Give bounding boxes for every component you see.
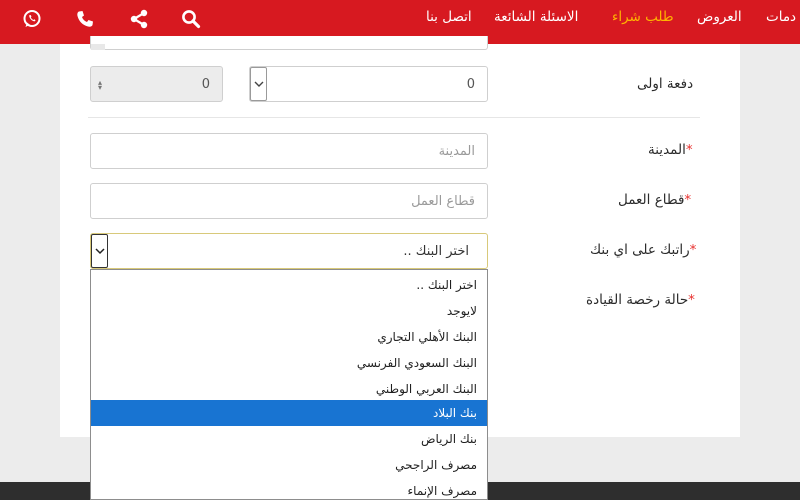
nav-contact-link[interactable]: اتصل بنا xyxy=(426,9,472,25)
required-asterisk: * xyxy=(688,292,695,308)
salary-bank-label: *راتبك على اي بنك xyxy=(590,242,696,258)
down-payment-select-value: 0 xyxy=(466,76,475,92)
work-sector-label-text: قطاع العمل xyxy=(618,192,685,208)
nav-faq-link[interactable]: الاسئلة الشائعة xyxy=(494,9,578,25)
city-label: *المدينة xyxy=(648,142,693,158)
required-asterisk: * xyxy=(689,242,697,258)
share-icon[interactable] xyxy=(124,4,154,34)
bank-option[interactable]: البنك العربي الوطني xyxy=(91,376,487,402)
previous-field[interactable] xyxy=(90,36,488,50)
chevron-down-icon[interactable] xyxy=(250,67,267,101)
nav-offers-link[interactable]: العروض xyxy=(697,9,742,25)
license-status-label-text: حالة رخصة القيادة xyxy=(586,292,689,308)
number-spinner-icon[interactable]: ▴ ▾ xyxy=(98,79,102,92)
down-payment-select[interactable]: 0 xyxy=(249,66,488,102)
required-asterisk: * xyxy=(684,192,692,208)
nav-purchase-request-link[interactable]: طلب شراء xyxy=(612,9,674,25)
search-icon[interactable] xyxy=(176,4,206,34)
license-status-label: *حالة رخصة القيادة xyxy=(586,292,695,308)
down-payment-label: دفعة اولى xyxy=(637,76,694,92)
chevron-down-icon[interactable] xyxy=(91,234,108,268)
phone-icon[interactable] xyxy=(70,4,100,34)
bank-option[interactable]: بنك الرياض xyxy=(91,426,487,452)
previous-field-caret xyxy=(91,44,105,50)
required-asterisk: * xyxy=(685,142,693,158)
city-input[interactable]: المدينة xyxy=(90,133,488,169)
down-payment-number-input[interactable]: 0 ▴ ▾ xyxy=(90,66,223,102)
bank-option[interactable]: البنك الأهلي التجاري xyxy=(91,324,487,350)
city-label-text: المدينة xyxy=(648,142,686,158)
nav-services-link[interactable]: دمات xyxy=(766,9,796,25)
bank-option-highlighted[interactable]: بنك البلاد xyxy=(91,400,487,426)
bank-option[interactable]: مصرف الإنماء xyxy=(91,478,487,499)
work-sector-label: *قطاع العمل xyxy=(618,192,691,208)
work-sector-placeholder: قطاع العمل xyxy=(411,193,475,209)
salary-bank-select[interactable]: اختر البنك .. xyxy=(90,233,488,269)
bank-option[interactable]: مصرف الراجحي xyxy=(91,452,487,478)
bank-option[interactable]: البنك السعودي الفرنسي xyxy=(91,350,487,376)
salary-bank-label-text: راتبك على اي بنك xyxy=(590,242,690,258)
bank-dropdown-list[interactable]: اختر البنك .. لايوجد البنك الأهلي التجار… xyxy=(90,269,488,500)
salary-bank-selected-value: اختر البنك .. xyxy=(403,243,469,259)
section-divider xyxy=(88,117,700,118)
city-placeholder: المدينة xyxy=(438,143,475,159)
bank-option[interactable]: لايوجد xyxy=(91,298,487,324)
down-payment-number-value: 0 xyxy=(201,76,210,92)
whatsapp-icon[interactable] xyxy=(17,4,47,34)
bank-option[interactable]: اختر البنك .. xyxy=(91,272,487,298)
work-sector-input[interactable]: قطاع العمل xyxy=(90,183,488,219)
